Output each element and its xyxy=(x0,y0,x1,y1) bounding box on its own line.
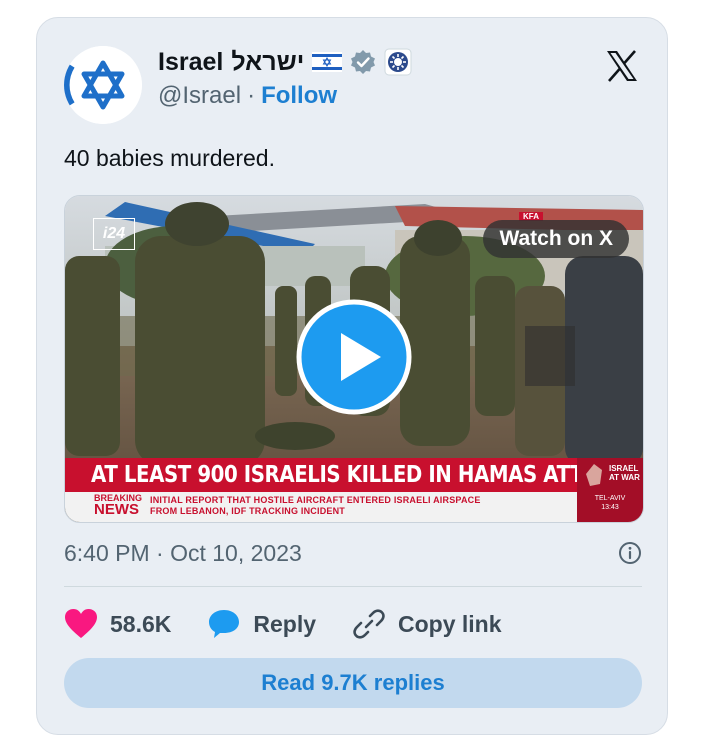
ticker-line-2: FROM LEBANON, IDF TRACKING INCIDENT xyxy=(150,506,345,516)
speech-bubble-icon xyxy=(209,610,240,638)
info-icon[interactable] xyxy=(618,541,642,565)
watch-on-x-button[interactable]: Watch on X xyxy=(483,220,629,258)
author-name-row[interactable]: Israel ישראל xyxy=(158,46,412,78)
author-handle-row: @Israel · Follow xyxy=(158,82,337,110)
war-label-line-1: ISRAEL xyxy=(609,464,639,473)
broadcast-clock: 13:43 xyxy=(601,504,619,511)
tweet-meta: 6:40 PM · Oct 10, 2023 xyxy=(64,536,642,570)
channel-logo: i24 xyxy=(93,218,135,250)
play-icon[interactable] xyxy=(295,298,413,416)
news-ticker: BREAKING NEWS INITIAL REPORT THAT HOSTIL… xyxy=(65,492,643,522)
tweet-card: Israel ישראל @Israel · Follow 40 babies … xyxy=(36,17,668,735)
divider xyxy=(64,586,642,587)
star-of-david-icon xyxy=(64,46,142,124)
broadcast-location: TEL-AVIV 13:43 xyxy=(583,494,637,512)
like-count: 58.6K xyxy=(110,610,172,637)
timestamp[interactable]: 6:40 PM · Oct 10, 2023 xyxy=(64,540,302,567)
display-name[interactable]: Israel xyxy=(158,48,223,77)
link-icon xyxy=(353,609,385,639)
reply-label: Reply xyxy=(253,610,317,637)
author-handle[interactable]: @Israel xyxy=(158,82,241,110)
ticker-line-1: INITIAL REPORT THAT HOSTILE AIRCRAFT ENT… xyxy=(150,495,481,505)
copy-link-label: Copy link xyxy=(398,610,502,637)
copy-link-button[interactable]: Copy link xyxy=(352,607,502,641)
banner-headline: AT LEAST 900 ISRAELIS KILLED IN HAMAS AT… xyxy=(91,462,626,488)
tweet-text: 40 babies murdered. xyxy=(64,145,275,171)
separator-dot: · xyxy=(247,82,256,109)
avatar[interactable] xyxy=(64,46,142,124)
follow-button[interactable]: Follow xyxy=(261,82,337,110)
heart-icon xyxy=(65,609,97,638)
israel-flag-icon xyxy=(312,52,343,72)
government-seal-icon[interactable] xyxy=(384,48,412,76)
verified-badge-icon[interactable] xyxy=(350,49,376,75)
display-name-hebrew[interactable]: ישראל xyxy=(231,48,304,77)
tweet-actions: 58.6K Reply Copy link xyxy=(64,604,538,644)
israel-at-war-badge: ISRAEL AT WAR TEL-AVIV 13:43 xyxy=(577,458,643,522)
like-button[interactable]: 58.6K xyxy=(64,608,171,640)
video-thumbnail[interactable]: i24 KFA Watch on X AT LEAST 900 ISRAELIS… xyxy=(64,195,644,523)
reply-button[interactable]: Reply xyxy=(207,608,316,640)
x-logo-icon[interactable] xyxy=(604,48,640,84)
news-label: NEWS xyxy=(94,501,139,518)
location-label: TEL-AVIV xyxy=(594,495,626,502)
war-label: ISRAEL AT WAR xyxy=(609,464,640,482)
news-banner: AT LEAST 900 ISRAELIS KILLED IN HAMAS AT… xyxy=(65,458,643,492)
read-replies-button[interactable]: Read 9.7K replies xyxy=(64,658,642,708)
map-emblem-icon xyxy=(586,464,602,486)
read-replies-label: Read 9.7K replies xyxy=(261,670,445,695)
war-label-line-2: AT WAR xyxy=(609,473,640,482)
ticker-text: INITIAL REPORT THAT HOSTILE AIRCRAFT ENT… xyxy=(150,495,481,517)
